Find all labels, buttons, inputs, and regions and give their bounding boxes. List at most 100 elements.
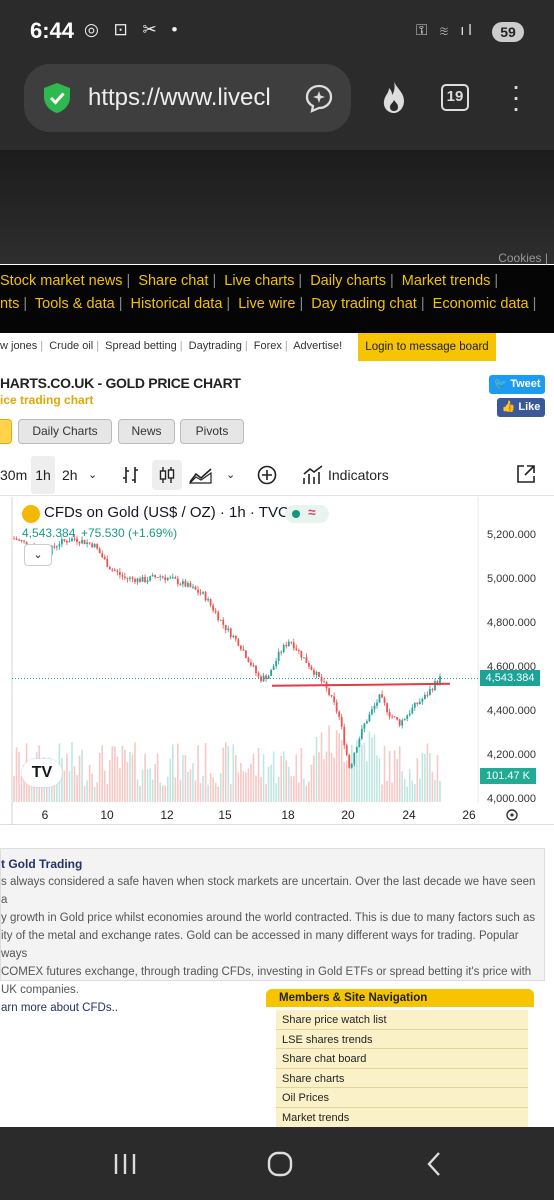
sub-link[interactable]: Crude oil [49,340,93,352]
shield-check-icon[interactable] [42,82,72,114]
volume-bar [313,755,315,802]
tab-pivots[interactable]: Pivots [180,419,244,444]
tweet-button[interactable]: 🐦 Tweet [489,375,545,394]
support-line[interactable] [271,682,451,687]
candle [373,705,376,710]
members-nav-item[interactable]: Share charts [276,1069,528,1089]
gold-trading-info: t Gold Trading s always considered a saf… [0,848,545,1014]
chart-canvas[interactable]: 5,200.0005,000.0004,800.0004,600.0004,40… [0,497,554,825]
candle [58,544,61,547]
assistant-icon[interactable] [304,83,334,113]
nav-link[interactable]: Tools & data [35,296,115,312]
cookies-link[interactable]: Cookies | [498,251,548,265]
tab-news[interactable]: News [118,419,175,444]
nav-link[interactable]: nts [0,296,19,312]
popout-icon[interactable] [516,464,536,484]
nav-link[interactable]: Market trends [402,273,491,289]
add-icon[interactable] [257,465,277,485]
nav-link[interactable]: Live wire [238,296,295,312]
tab-daily-charts[interactable]: Daily Charts [18,419,112,444]
sub-link[interactable]: w jones [0,340,37,352]
page-title: HARTS.CO.UK - GOLD PRICE CHART [0,375,241,391]
candles-button[interactable] [152,460,182,490]
volume-bar [376,755,378,802]
volume-bar [416,758,419,802]
volume-bar [388,750,391,802]
indicators-icon[interactable] [302,464,324,486]
candle [426,694,429,696]
volume-bar [222,747,225,802]
volume-bar [292,775,295,802]
volume-bar [134,742,136,802]
market-status-badge[interactable]: ≈ [285,504,329,523]
volume-bar [272,751,275,802]
bird-icon: 🐦 [493,378,511,390]
back-icon[interactable] [420,1149,450,1179]
sub-link[interactable]: Advertise! [293,340,342,352]
volume-bar [368,731,371,802]
members-nav-item[interactable]: Market trends [276,1108,528,1128]
home-icon[interactable] [265,1149,295,1179]
nav-link[interactable]: Share chat [138,273,208,289]
collapse-legend-button[interactable]: ⌄ [24,544,52,566]
members-nav-item[interactable]: LSE shares trends [276,1030,528,1050]
candle [343,726,346,746]
url-text[interactable]: https://www.livecl [88,84,288,112]
address-bar[interactable]: https://www.livecl [24,64,351,132]
tab-switcher-button[interactable]: 19 [441,84,469,111]
tab-live[interactable] [0,419,12,444]
sub-link[interactable]: Daytrading [189,340,242,352]
members-nav-item[interactable]: Share price watch list [276,1010,528,1030]
volume-bar [227,745,230,802]
nav-link[interactable]: Live charts [224,273,294,289]
nav-link[interactable]: Stock market news [0,273,123,289]
interval-30m[interactable]: 30m [0,456,27,494]
sub-link[interactable]: Forex [254,340,282,352]
chart-symbol[interactable]: CFDs on Gold (US$ / OZ) · 1h · TVC [44,504,289,521]
nav-link[interactable]: Daily charts [310,273,386,289]
candle [365,721,368,724]
recents-icon[interactable] [110,1149,140,1179]
gear-icon[interactable] [506,809,518,821]
candle [98,548,101,554]
chevron-down-icon[interactable]: ⌄ [226,456,235,494]
candle [348,754,351,768]
browser-toolbar: https://www.livecl 19 · · · [0,62,554,150]
candle [272,666,275,670]
fire-icon[interactable] [378,80,410,114]
volume-bar [187,771,189,802]
candle [388,712,391,717]
members-nav-item[interactable]: Share chat board [276,1049,528,1069]
candles-icon [159,467,175,483]
candle [111,569,114,571]
interval-1h[interactable]: 1h [31,456,55,494]
volume-bar [159,782,162,802]
candle [141,576,144,582]
like-button[interactable]: 👍 Like [497,398,545,417]
price-chart[interactable]: 5,200.000 5,000.000 4,800.000 4,600.000 4,40… [0,497,554,825]
candle [18,539,20,541]
candle [86,542,89,545]
candle [340,716,343,727]
volume-bar [431,771,434,802]
nav-link[interactable]: Historical data [131,296,223,312]
candle [255,665,257,674]
more-vert-icon[interactable]: · · · [506,72,526,122]
compare-bars-icon[interactable] [122,466,140,484]
nav-link[interactable]: Day trading chat [311,296,417,312]
volume-bar [199,783,202,802]
volume-bar [114,746,116,802]
tradingview-logo[interactable]: TV [22,759,62,787]
volume-bar [164,785,167,802]
candle [184,581,187,587]
sub-link[interactable]: Spread betting [105,340,177,352]
interval-2h[interactable]: 2h [62,456,78,494]
login-button[interactable]: Login to message board [358,333,496,361]
nav-link[interactable]: Economic data [433,296,529,312]
members-nav-item[interactable]: Oil Prices [276,1088,528,1108]
indicators-button[interactable]: Indicators [328,456,389,494]
chevron-down-icon[interactable]: ⌄ [88,456,97,494]
area-chart-icon[interactable] [189,466,213,484]
candle [144,576,146,583]
candle [401,720,404,726]
